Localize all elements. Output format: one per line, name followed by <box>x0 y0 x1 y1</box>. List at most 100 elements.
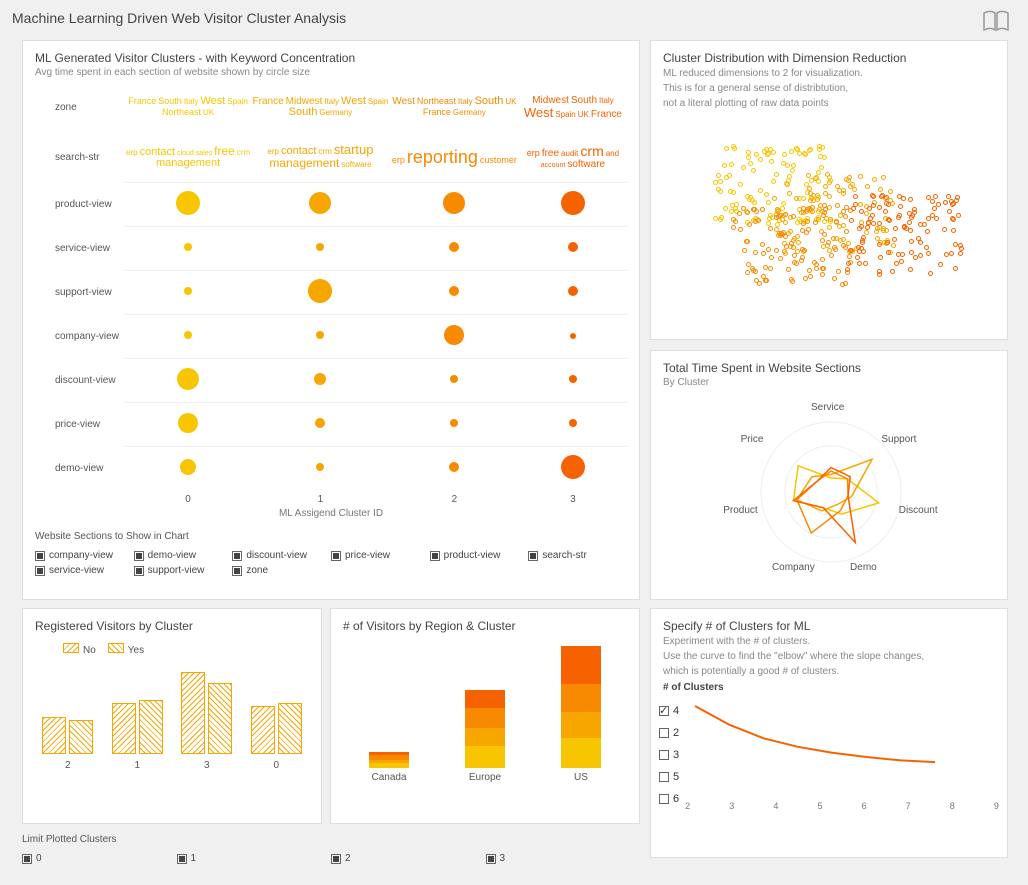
elbow-panel: Specify # of Clusters for ML Experiment … <box>650 608 1008 858</box>
scatter-dot <box>724 146 729 151</box>
bubble-cell <box>251 270 390 314</box>
scatter-dot <box>836 269 841 274</box>
scatter-dot <box>845 267 850 272</box>
scatter-dot <box>790 168 795 173</box>
scatter-dot <box>760 207 765 212</box>
bubble-x-tick: 1 <box>251 490 390 508</box>
scatter-dot <box>827 225 832 230</box>
cluster-count-option[interactable]: 4 <box>659 703 679 719</box>
checkbox-icon <box>430 551 440 561</box>
bubble-cell <box>519 402 627 446</box>
scatter-dot <box>822 155 827 160</box>
filter-checkbox[interactable]: search-str <box>528 548 627 563</box>
scatter-dot <box>858 202 863 207</box>
scatter-title: Cluster Distribution with Dimension Redu… <box>651 41 1007 67</box>
checkbox-icon <box>528 551 538 561</box>
scatter-dot <box>823 191 828 196</box>
book-icon[interactable] <box>982 10 1010 35</box>
scatter-dot <box>771 150 776 155</box>
scatter-dot <box>758 157 763 162</box>
scatter-dot <box>947 209 952 214</box>
cluster-count-option[interactable]: 3 <box>659 747 679 763</box>
scatter-dot <box>801 221 806 226</box>
bar-yes <box>69 720 93 754</box>
filter-checkbox[interactable]: product-view <box>430 548 529 563</box>
registered-title: Registered Visitors by Cluster <box>23 609 321 635</box>
checkbox-icon <box>659 728 669 738</box>
elbow-x-tick: 8 <box>950 801 955 811</box>
scatter-dot <box>898 204 903 209</box>
bubble-cell: FranceMidwestItalyWestSpainSouthGermany <box>251 82 390 132</box>
keyword: France <box>127 97 157 106</box>
scatter-dot <box>719 215 724 220</box>
bubble-dot <box>444 325 464 345</box>
filter-checkbox[interactable]: price-view <box>331 548 430 563</box>
scatter-dot <box>756 218 761 223</box>
scatter-dot <box>768 266 773 271</box>
elbow-chart: 23456789 <box>685 701 999 811</box>
filter-checkbox[interactable]: zone <box>232 563 331 578</box>
bubble-cell: MidwestSouthItalyWestSpainUKFrance <box>519 82 627 132</box>
scatter-dot <box>892 237 897 242</box>
keyword: France <box>252 97 285 107</box>
bar-segment <box>465 708 505 728</box>
scatter-dot <box>823 207 828 212</box>
bar-x-tick: 0 <box>273 756 279 771</box>
bar-x-tick: US <box>574 768 588 783</box>
scatter-dot <box>746 155 751 160</box>
bubble-dot <box>316 331 324 339</box>
scatter-dot <box>803 276 808 281</box>
bar-no <box>42 717 66 754</box>
filter-checkbox[interactable]: discount-view <box>232 548 331 563</box>
scatter-dot <box>783 234 788 239</box>
scatter-dot <box>825 172 830 177</box>
bar-x-tick: Europe <box>469 768 501 783</box>
filter-checkbox[interactable]: service-view <box>35 563 134 578</box>
filter-checkbox[interactable]: company-view <box>35 548 134 563</box>
scatter-dot <box>878 255 883 260</box>
filter-label: discount-view <box>246 550 307 561</box>
scatter-dot <box>861 249 866 254</box>
cluster-count-option[interactable]: 5 <box>659 769 679 785</box>
cluster-count-option[interactable]: 6 <box>659 791 679 807</box>
keyword: West <box>523 106 554 119</box>
scatter-dot <box>893 226 898 231</box>
filter-label: search-str <box>542 550 586 561</box>
checkbox-icon <box>659 706 669 716</box>
bubble-cell: erpcontactcloudsalesfreecrmmanagement <box>125 132 251 182</box>
keyword: Northeast <box>161 108 202 117</box>
scatter-dot <box>827 205 832 210</box>
scatter-dot <box>841 223 846 228</box>
keyword: UK <box>504 98 517 106</box>
bubble-row-label: company-view <box>35 314 125 358</box>
bubble-cell: erpcontactcrmstartupmanagementsoftware <box>251 132 390 182</box>
bubble-cell <box>390 226 519 270</box>
limit-checkbox[interactable]: 1 <box>177 851 332 866</box>
scatter-dot <box>913 255 918 260</box>
radar-axis-label: Product <box>723 505 757 516</box>
scatter-dot <box>930 199 935 204</box>
scatter-dot <box>942 227 947 232</box>
elbow-title: Specify # of Clusters for ML <box>651 609 1007 635</box>
filter-label: support-view <box>148 565 205 576</box>
limit-label: 2 <box>345 853 351 864</box>
bubble-dot <box>449 286 459 296</box>
scatter-dot <box>791 245 796 250</box>
limit-checkbox[interactable]: 3 <box>486 851 641 866</box>
scatter-dot <box>953 266 958 271</box>
limit-checkbox[interactable]: 0 <box>22 851 177 866</box>
scatter-dot <box>764 192 769 197</box>
scatter-dot <box>871 203 876 208</box>
limit-checkbox[interactable]: 2 <box>331 851 486 866</box>
filter-checkbox[interactable]: demo-view <box>134 548 233 563</box>
scatter-dot <box>896 215 901 220</box>
checkbox-icon <box>177 854 187 864</box>
scatter-dot <box>907 220 912 225</box>
scatter-dot <box>783 212 788 217</box>
scatter-dot <box>890 269 895 274</box>
checkbox-icon <box>659 750 669 760</box>
filter-checkbox[interactable]: support-view <box>134 563 233 578</box>
cluster-count-option[interactable]: 2 <box>659 725 679 741</box>
bubble-row-label: search-str <box>35 132 125 182</box>
scatter-dot <box>864 211 869 216</box>
